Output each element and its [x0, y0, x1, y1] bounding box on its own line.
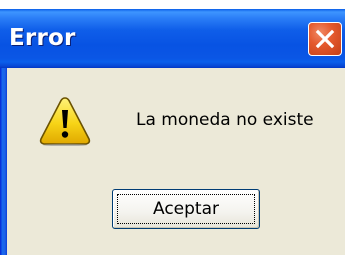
titlebar-top-edge	[0, 0, 345, 9]
window-frame-left	[0, 68, 7, 255]
close-icon	[315, 29, 335, 49]
dialog-title: Error	[9, 25, 76, 51]
title-bar[interactable]: Error	[0, 0, 345, 68]
warning-icon	[39, 97, 91, 146]
error-dialog: Error La moneda no existe Aceptar	[0, 0, 345, 255]
error-message: La moneda no existe	[136, 110, 314, 130]
accept-button-label: Aceptar	[153, 199, 219, 219]
accept-button[interactable]: Aceptar	[112, 189, 260, 229]
dialog-body: La moneda no existe Aceptar	[7, 68, 345, 255]
close-button[interactable]	[308, 22, 342, 56]
